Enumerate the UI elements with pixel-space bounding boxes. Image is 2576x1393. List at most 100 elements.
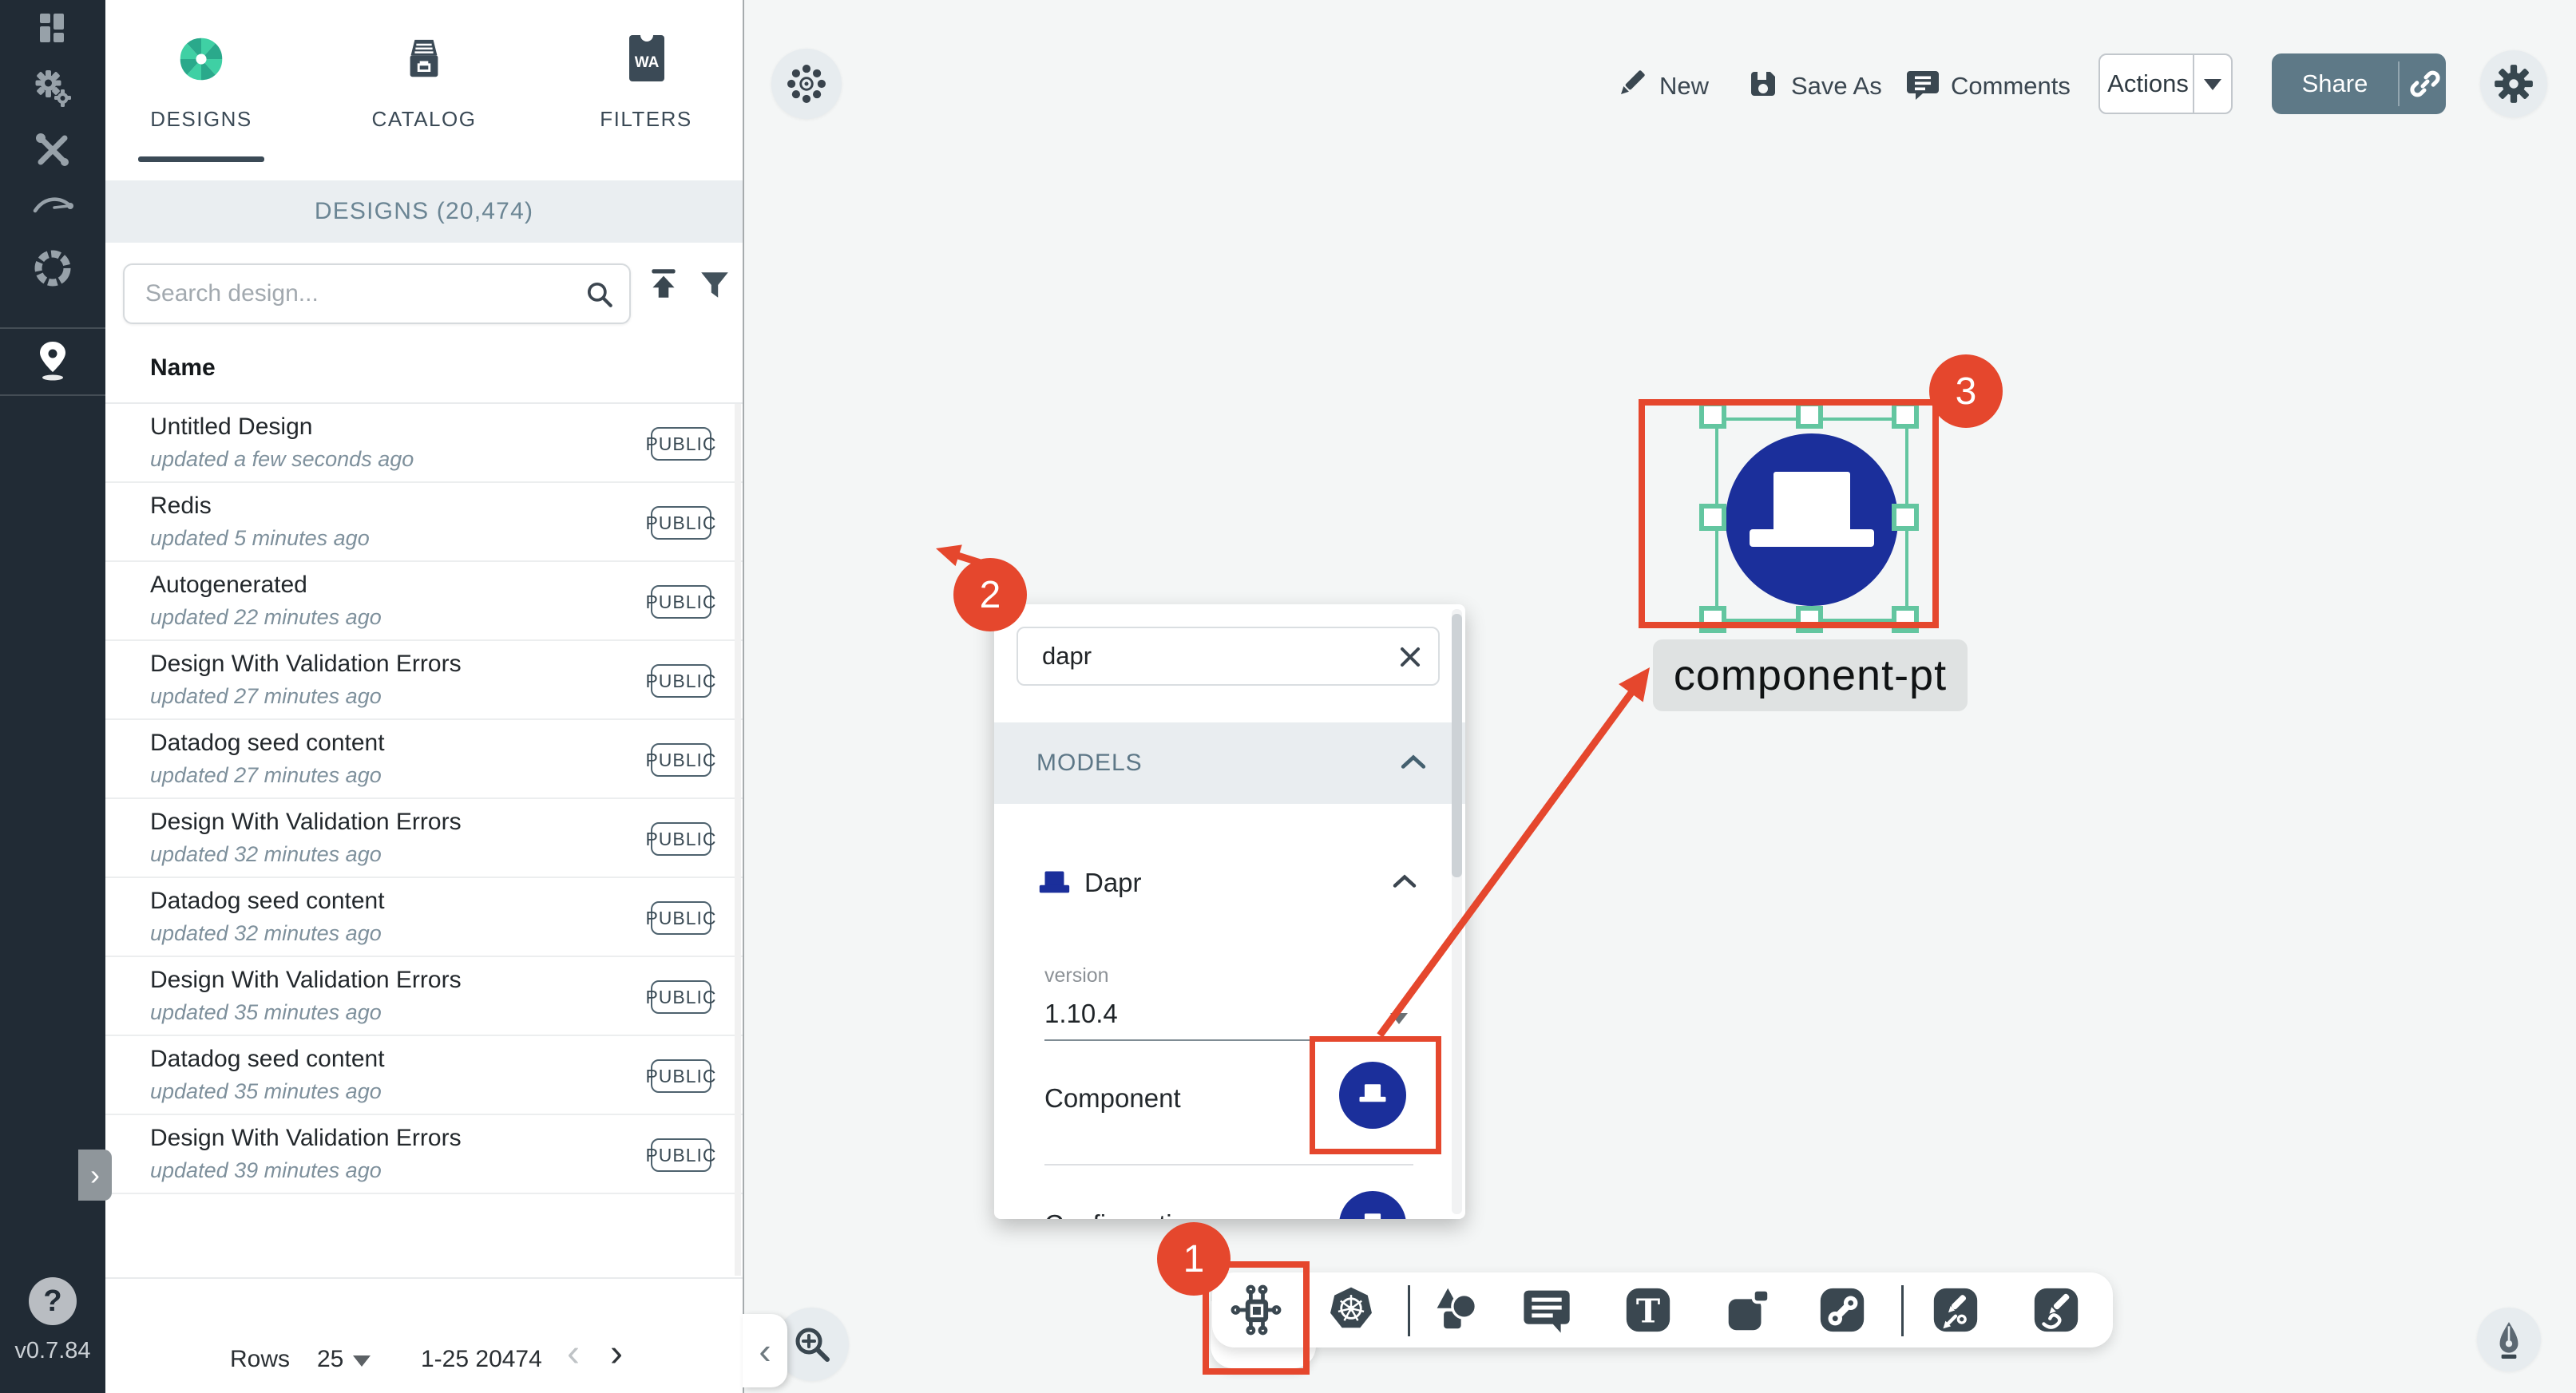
panel-scrollbar-thumb[interactable] bbox=[1452, 614, 1462, 877]
sidebar-divider bbox=[0, 394, 105, 396]
page-size-caret-icon[interactable] bbox=[353, 1355, 371, 1367]
design-row[interactable]: Datadog seed content updated 32 minutes … bbox=[105, 878, 743, 957]
visibility-badge: PUBLIC bbox=[651, 506, 711, 540]
sidebar: › ? v0.7.84 bbox=[0, 0, 105, 1393]
freehand-draw-tool-button[interactable] bbox=[2028, 1282, 2084, 1338]
version-label: version bbox=[1044, 964, 1109, 987]
sidebar-divider bbox=[0, 327, 105, 329]
design-name: Datadog seed content bbox=[150, 730, 385, 757]
help-button[interactable]: ? bbox=[29, 1277, 77, 1325]
design-row[interactable]: Autogenerated updated 22 minutes ago PUB… bbox=[105, 562, 743, 641]
svg-text:T: T bbox=[1636, 1292, 1660, 1331]
sidebar-item-performance[interactable] bbox=[0, 190, 105, 219]
models-section-header[interactable]: MODELS bbox=[994, 722, 1465, 804]
design-search-input[interactable] bbox=[125, 265, 580, 323]
actions-button[interactable]: Actions bbox=[2098, 53, 2233, 114]
design-row[interactable]: Datadog seed content updated 35 minutes … bbox=[105, 1036, 743, 1115]
prev-page-button[interactable]: ‹ bbox=[567, 1335, 580, 1373]
sidebar-item-mesh[interactable] bbox=[0, 247, 105, 289]
panel-collapse-handle[interactable]: ‹ bbox=[743, 1314, 787, 1387]
settings-button[interactable] bbox=[2480, 50, 2547, 117]
dapr-hat-icon bbox=[1355, 1207, 1390, 1219]
design-row[interactable]: Redis updated 5 minutes ago PUBLIC bbox=[105, 483, 743, 562]
divider bbox=[1044, 1164, 1413, 1165]
toolkit-icon bbox=[34, 131, 72, 169]
design-name: Untitled Design bbox=[150, 414, 312, 441]
design-row[interactable]: Datadog seed content updated 27 minutes … bbox=[105, 720, 743, 799]
configuration-label: Configuration bbox=[1044, 1209, 1201, 1219]
model-search-input[interactable] bbox=[1018, 628, 1385, 684]
divider bbox=[2398, 61, 2400, 106]
design-updated: updated 32 minutes ago bbox=[150, 842, 382, 867]
models-section-label: MODELS bbox=[1036, 750, 1143, 777]
design-updated: updated 32 minutes ago bbox=[150, 921, 382, 946]
comment-tool-button[interactable] bbox=[1519, 1282, 1575, 1338]
model-search-box bbox=[1017, 627, 1440, 686]
design-row[interactable]: Design With Validation Errors updated 35… bbox=[105, 957, 743, 1036]
next-page-button[interactable]: › bbox=[610, 1335, 623, 1373]
actions-label: Actions bbox=[2100, 55, 2196, 113]
designs-panel: DESIGNS CATALOG WA FILTERS DESIGNS (20,4… bbox=[105, 0, 744, 1393]
sidebar-expand-handle[interactable]: › bbox=[78, 1150, 112, 1201]
list-scrollbar[interactable] bbox=[735, 404, 741, 1276]
design-row[interactable]: Design With Validation Errors updated 27… bbox=[105, 641, 743, 720]
annotation-step-3: 3 bbox=[1929, 354, 2003, 428]
tab-filters-label: FILTERS bbox=[550, 107, 742, 132]
share-label: Share bbox=[2272, 53, 2398, 114]
design-updated: updated 39 minutes ago bbox=[150, 1158, 382, 1183]
pencil-icon bbox=[1613, 64, 1651, 102]
clear-search-icon[interactable] bbox=[1397, 643, 1424, 671]
annotation-box-node bbox=[1639, 399, 1939, 628]
filter-funnel-icon[interactable] bbox=[698, 268, 731, 302]
chevron-up-icon bbox=[1400, 753, 1427, 770]
import-design-icon[interactable] bbox=[645, 265, 682, 302]
edge-draw-tool-button[interactable] bbox=[1928, 1282, 1984, 1338]
design-updated: updated 22 minutes ago bbox=[150, 605, 382, 630]
share-button[interactable]: Share bbox=[2272, 53, 2446, 114]
design-row[interactable]: Design With Validation Errors updated 39… bbox=[105, 1115, 743, 1194]
sidebar-item-dashboard[interactable] bbox=[0, 10, 105, 46]
sidebar-item-designs-active[interactable] bbox=[0, 337, 105, 383]
kubernetes-tool-button[interactable] bbox=[1323, 1282, 1379, 1338]
notes-icon bbox=[1721, 1284, 1773, 1336]
page-size-value[interactable]: 25 bbox=[317, 1346, 343, 1373]
meshery-logo-icon bbox=[177, 35, 225, 83]
catalog-archive-icon bbox=[401, 37, 447, 83]
annotation-step-2: 2 bbox=[953, 558, 1027, 631]
copy-link-icon[interactable] bbox=[2409, 68, 2441, 100]
text-icon: T bbox=[1622, 1284, 1674, 1336]
tab-designs-label: DESIGNS bbox=[105, 107, 297, 132]
design-row[interactable]: Design With Validation Errors updated 32… bbox=[105, 799, 743, 878]
kubernetes-icon bbox=[1324, 1283, 1378, 1337]
visibility-badge: PUBLIC bbox=[651, 822, 711, 856]
dot-flower-icon bbox=[781, 58, 832, 109]
design-updated: updated 35 minutes ago bbox=[150, 1079, 382, 1104]
dapr-configuration-icon[interactable] bbox=[1339, 1191, 1406, 1219]
shapes-tool-button[interactable] bbox=[1425, 1282, 1481, 1338]
save-icon bbox=[1745, 65, 1781, 102]
node-label[interactable]: component-pt bbox=[1653, 639, 1968, 711]
canvas-menu-button[interactable] bbox=[771, 49, 842, 119]
new-label: New bbox=[1659, 72, 1709, 101]
location-pin-icon bbox=[30, 337, 75, 383]
design-updated: updated 27 minutes ago bbox=[150, 684, 382, 709]
zoom-in-icon bbox=[790, 1322, 834, 1367]
pen-nib-icon bbox=[2489, 1320, 2529, 1359]
design-name: Design With Validation Errors bbox=[150, 1125, 462, 1152]
link-tool-button[interactable] bbox=[1814, 1282, 1870, 1338]
version-caret-icon bbox=[1390, 1013, 1408, 1024]
visibility-badge: PUBLIC bbox=[651, 664, 711, 698]
notes-tool-button[interactable] bbox=[1719, 1282, 1775, 1338]
toolbar-divider bbox=[1901, 1285, 1904, 1336]
pen-mode-button[interactable] bbox=[2477, 1308, 2541, 1371]
tab-catalog-label: CATALOG bbox=[328, 107, 520, 132]
design-row[interactable]: Untitled Design updated a few seconds ag… bbox=[105, 404, 743, 483]
comment-icon bbox=[1904, 65, 1941, 102]
sidebar-item-settings[interactable] bbox=[0, 69, 105, 109]
visibility-badge: PUBLIC bbox=[651, 743, 711, 777]
design-updated: updated a few seconds ago bbox=[150, 447, 414, 472]
actions-caret-icon[interactable] bbox=[2204, 79, 2221, 90]
text-tool-button[interactable]: T bbox=[1620, 1282, 1676, 1338]
sidebar-item-toolkit[interactable] bbox=[0, 131, 105, 169]
pencil-swirl-icon bbox=[2030, 1284, 2083, 1336]
